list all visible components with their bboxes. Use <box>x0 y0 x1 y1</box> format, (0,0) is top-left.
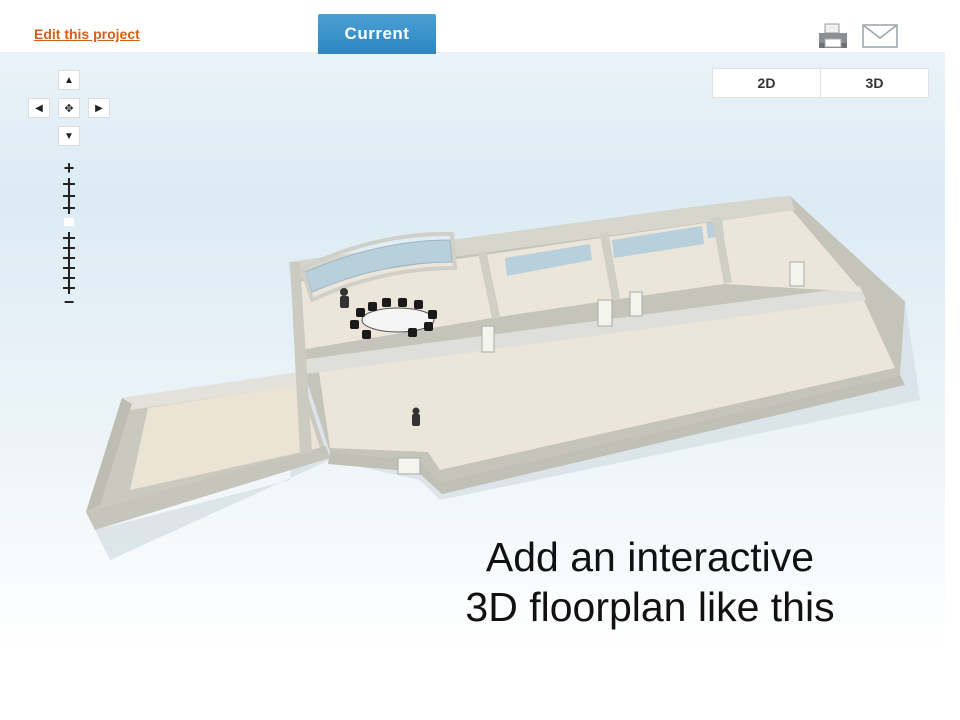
caption: Add an interactive 3D floorplan like thi… <box>400 532 900 632</box>
pan-up-button[interactable]: ▲ <box>58 70 80 90</box>
view-2d-button[interactable]: 2D <box>713 69 820 97</box>
zoom-slider-thumb <box>64 218 74 226</box>
pan-right-button[interactable]: ▶ <box>88 98 110 118</box>
meeting-table <box>361 307 435 333</box>
door-1 <box>481 325 495 353</box>
door-2 <box>597 299 613 327</box>
caption-line-1: Add an interactive <box>485 534 815 580</box>
top-bar <box>0 0 945 53</box>
down-arrow-icon: ▼ <box>64 130 74 142</box>
pan-center-button[interactable]: ✥ <box>58 98 80 118</box>
caption-line-2: 3D floorplan like this <box>465 584 835 630</box>
right-arrow-icon: ▶ <box>95 102 103 114</box>
view-mode-toggle: 2D 3D <box>712 68 929 98</box>
move-center-icon: ✥ <box>64 102 74 115</box>
zoom-in-button[interactable]: + <box>60 159 78 177</box>
door-5 <box>397 457 421 475</box>
up-arrow-icon: ▲ <box>64 74 74 86</box>
door-3 <box>629 291 643 317</box>
edit-project-link[interactable]: Edit this project <box>34 26 140 42</box>
tab-current[interactable]: Current <box>318 14 436 54</box>
person-figure-2 <box>412 407 420 426</box>
left-arrow-icon: ◀ <box>35 102 43 114</box>
door-4 <box>789 261 805 287</box>
person-figure-1 <box>340 288 349 308</box>
zoom-out-button[interactable]: − <box>60 293 78 311</box>
pan-down-button[interactable]: ▼ <box>58 126 80 146</box>
printer-icon[interactable] <box>816 22 850 50</box>
view-3d-button[interactable]: 3D <box>820 69 928 97</box>
pan-left-button[interactable]: ◀ <box>28 98 50 118</box>
zoom-slider[interactable] <box>60 178 78 294</box>
floorplan-viewer[interactable]: Edit this project Current 2D 3D ▲ ◀ ✥ ▶ … <box>0 0 945 650</box>
envelope-icon[interactable] <box>862 24 898 48</box>
